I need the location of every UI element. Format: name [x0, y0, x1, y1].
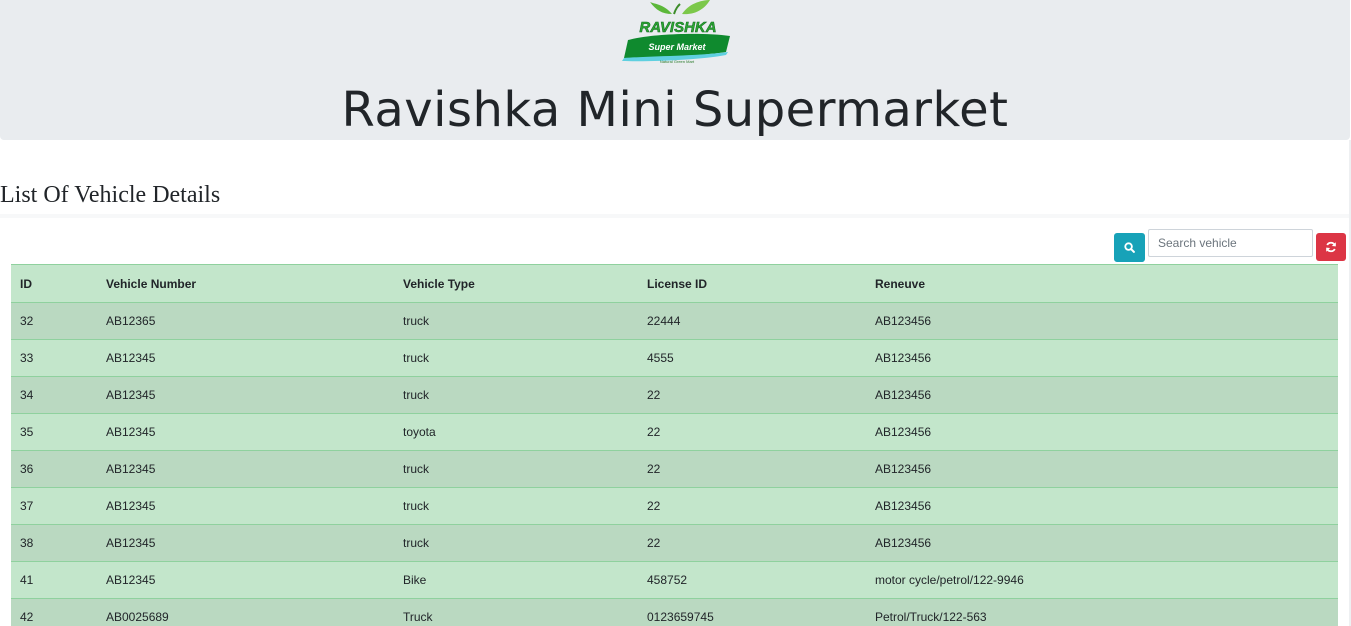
cell-license-id: 22: [638, 413, 866, 451]
cell-reneuve: AB123456: [866, 302, 1338, 340]
cell-vehicle-type: truck: [394, 487, 638, 525]
cell-reneuve: Petrol/Truck/122-563: [866, 598, 1338, 626]
cell-id: 32: [11, 302, 97, 340]
cell-vehicle-number: AB12345: [97, 376, 394, 414]
svg-text:Natural Green Mart: Natural Green Mart: [660, 59, 695, 64]
search-button[interactable]: [1114, 233, 1145, 262]
cell-id: 38: [11, 524, 97, 562]
column-header-reneuve: Reneuve: [866, 264, 1338, 303]
cell-reneuve: motor cycle/petrol/122-9946: [866, 561, 1338, 599]
cell-vehicle-number: AB0025689: [97, 598, 394, 626]
cell-license-id: 22: [638, 450, 866, 488]
cell-vehicle-number: AB12345: [97, 413, 394, 451]
cell-vehicle-number: AB12345: [97, 561, 394, 599]
cell-license-id: 458752: [638, 561, 866, 599]
cell-vehicle-number: AB12345: [97, 339, 394, 377]
column-header-license-id: License ID: [638, 264, 866, 303]
page-title: List Of Vehicle Details: [0, 182, 221, 208]
cell-id: 41: [11, 561, 97, 599]
cell-license-id: 22: [638, 376, 866, 414]
cell-id: 42: [11, 598, 97, 626]
svg-text:Super Market: Super Market: [648, 42, 706, 52]
cell-license-id: 22: [638, 524, 866, 562]
table-header-row: ID Vehicle Number Vehicle Type License I…: [11, 264, 1338, 303]
table-row[interactable]: 42 AB0025689 Truck 0123659745 Petrol/Tru…: [11, 598, 1338, 626]
header-jumbotron: RAVISHKA Super Market Natural Green Mart…: [0, 0, 1350, 140]
search-input[interactable]: [1148, 229, 1313, 257]
cell-vehicle-type: Truck: [394, 598, 638, 626]
table-row[interactable]: 33 AB12345 truck 4555 AB123456: [11, 339, 1338, 377]
cell-license-id: 22: [638, 487, 866, 525]
table-row[interactable]: 37 AB12345 truck 22 AB123456: [11, 487, 1338, 525]
cell-reneuve: AB123456: [866, 450, 1338, 488]
site-title: Ravishka Mini Supermarket: [341, 82, 1009, 138]
column-header-id: ID: [11, 264, 97, 303]
ravishka-logo: RAVISHKA Super Market Natural Green Mart: [622, 0, 730, 64]
cell-reneuve: AB123456: [866, 524, 1338, 562]
cell-vehicle-number: AB12345: [97, 487, 394, 525]
table-row[interactable]: 38 AB12345 truck 22 AB123456: [11, 524, 1338, 562]
column-header-vehicle-number: Vehicle Number: [97, 264, 394, 303]
cell-id: 35: [11, 413, 97, 451]
table-row[interactable]: 36 AB12345 truck 22 AB123456: [11, 450, 1338, 488]
cell-vehicle-type: truck: [394, 376, 638, 414]
cell-reneuve: AB123456: [866, 487, 1338, 525]
refresh-icon: [1326, 241, 1336, 253]
cell-vehicle-number: AB12345: [97, 450, 394, 488]
cell-license-id: 4555: [638, 339, 866, 377]
cell-id: 36: [11, 450, 97, 488]
cell-vehicle-type: Bike: [394, 561, 638, 599]
search-icon: [1124, 242, 1135, 253]
svg-text:RAVISHKA: RAVISHKA: [639, 19, 716, 36]
cell-reneuve: AB123456: [866, 413, 1338, 451]
cell-vehicle-type: truck: [394, 524, 638, 562]
vehicle-table: ID Vehicle Number Vehicle Type License I…: [11, 264, 1338, 626]
table-row[interactable]: 35 AB12345 toyota 22 AB123456: [11, 413, 1338, 451]
cell-vehicle-number: AB12365: [97, 302, 394, 340]
cell-license-id: 0123659745: [638, 598, 866, 626]
cell-vehicle-type: toyota: [394, 413, 638, 451]
cell-reneuve: AB123456: [866, 339, 1338, 377]
panel-divider: [0, 214, 1349, 218]
table-row[interactable]: 41 AB12345 Bike 458752 motor cycle/petro…: [11, 561, 1338, 599]
refresh-button[interactable]: [1316, 233, 1346, 261]
cell-license-id: 22444: [638, 302, 866, 340]
cell-vehicle-number: AB12345: [97, 524, 394, 562]
cell-vehicle-type: truck: [394, 339, 638, 377]
table-row[interactable]: 32 AB12365 truck 22444 AB123456: [11, 302, 1338, 340]
cell-id: 33: [11, 339, 97, 377]
table-row[interactable]: 34 AB12345 truck 22 AB123456: [11, 376, 1338, 414]
column-header-vehicle-type: Vehicle Type: [394, 264, 638, 303]
cell-vehicle-type: truck: [394, 302, 638, 340]
cell-vehicle-type: truck: [394, 450, 638, 488]
cell-id: 37: [11, 487, 97, 525]
cell-reneuve: AB123456: [866, 376, 1338, 414]
cell-id: 34: [11, 376, 97, 414]
